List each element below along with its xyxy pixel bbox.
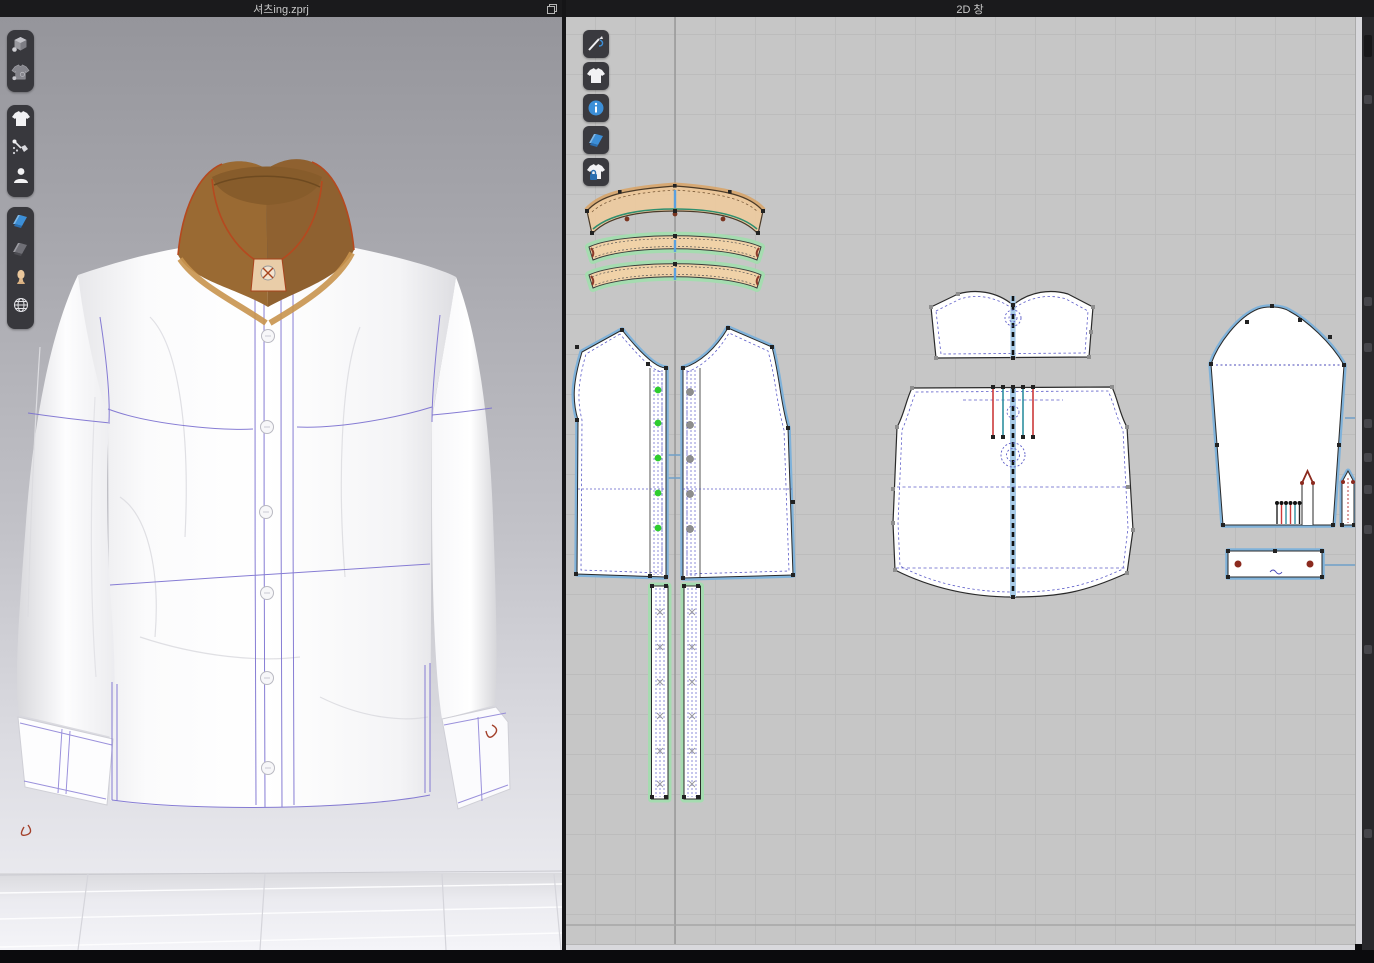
pattern-canvas — [566, 17, 1355, 944]
piece-placket-strip-left[interactable] — [650, 584, 668, 799]
garment-lock-button[interactable] — [583, 158, 609, 186]
window-2d-title: 2D 창 — [956, 1, 983, 17]
titlebar-2d[interactable]: 2D 창 — [566, 0, 1374, 17]
viewport-3d[interactable] — [0, 17, 562, 950]
piece-sleeve[interactable] — [1209, 304, 1346, 527]
clipped-icon[interactable] — [1364, 343, 1372, 352]
clipped-icon[interactable] — [1364, 829, 1372, 838]
clipped-icon[interactable] — [1364, 645, 1372, 654]
shirt-torso — [78, 243, 456, 807]
clipped-icon[interactable] — [1364, 453, 1372, 462]
avatar-icon[interactable] — [7, 161, 34, 189]
piece-front-right[interactable] — [681, 326, 795, 580]
fabric-blue-icon[interactable] — [7, 207, 34, 235]
piece-placket-strip-right[interactable] — [682, 584, 701, 799]
scene-3d — [0, 17, 562, 950]
toolbar-3d-view-group — [7, 30, 34, 92]
needle-tool-button[interactable] — [583, 30, 609, 58]
mannequin-head-icon[interactable] — [7, 263, 34, 291]
piece-front-left[interactable] — [574, 328, 668, 579]
floor-grid — [0, 871, 562, 950]
info-button[interactable] — [583, 94, 609, 122]
titlebar-3d[interactable]: 셔츠ing.zprj — [0, 0, 562, 17]
bottom-bar — [0, 950, 1374, 963]
toolbar-3d-mode-group — [7, 105, 34, 197]
float-window-icon[interactable] — [547, 4, 556, 13]
right-edge-toolbar-strip — [1362, 17, 1374, 950]
viewport-2d[interactable] — [566, 17, 1355, 944]
panel-2d: 2D 창 — [566, 0, 1374, 950]
shirt-cuff-right — [442, 707, 510, 809]
garment-3d[interactable] — [17, 159, 510, 835]
clipped-icon[interactable] — [1364, 297, 1372, 306]
piece-back-body[interactable] — [891, 385, 1135, 599]
garment-textured-icon[interactable] — [7, 58, 34, 86]
clipped-icon[interactable] — [1364, 525, 1372, 534]
globe-icon[interactable] — [7, 291, 34, 319]
panel-3d: 셔츠ing.zprj — [0, 0, 562, 950]
cube-3d-icon[interactable] — [7, 30, 34, 58]
fabric-dark-icon[interactable] — [7, 235, 34, 263]
clipped-button[interactable] — [1364, 35, 1372, 57]
thread-mark-left — [21, 825, 30, 835]
garment-icon[interactable] — [7, 105, 34, 133]
piece-sleeve-placket-binding[interactable] — [1340, 471, 1355, 527]
sewing-pin-icon[interactable] — [7, 133, 34, 161]
fabric-button[interactable] — [583, 126, 609, 154]
clipped-icon[interactable] — [1364, 485, 1372, 494]
clipped-icon[interactable] — [1364, 419, 1372, 428]
piece-cuff[interactable] — [1226, 549, 1324, 579]
project-title: 셔츠ing.zprj — [253, 1, 309, 17]
garment-2d-button[interactable] — [583, 62, 609, 90]
toolbar-3d-display-group — [7, 207, 34, 329]
piece-back-yoke[interactable] — [929, 292, 1095, 360]
clipped-icon[interactable] — [1364, 95, 1372, 104]
